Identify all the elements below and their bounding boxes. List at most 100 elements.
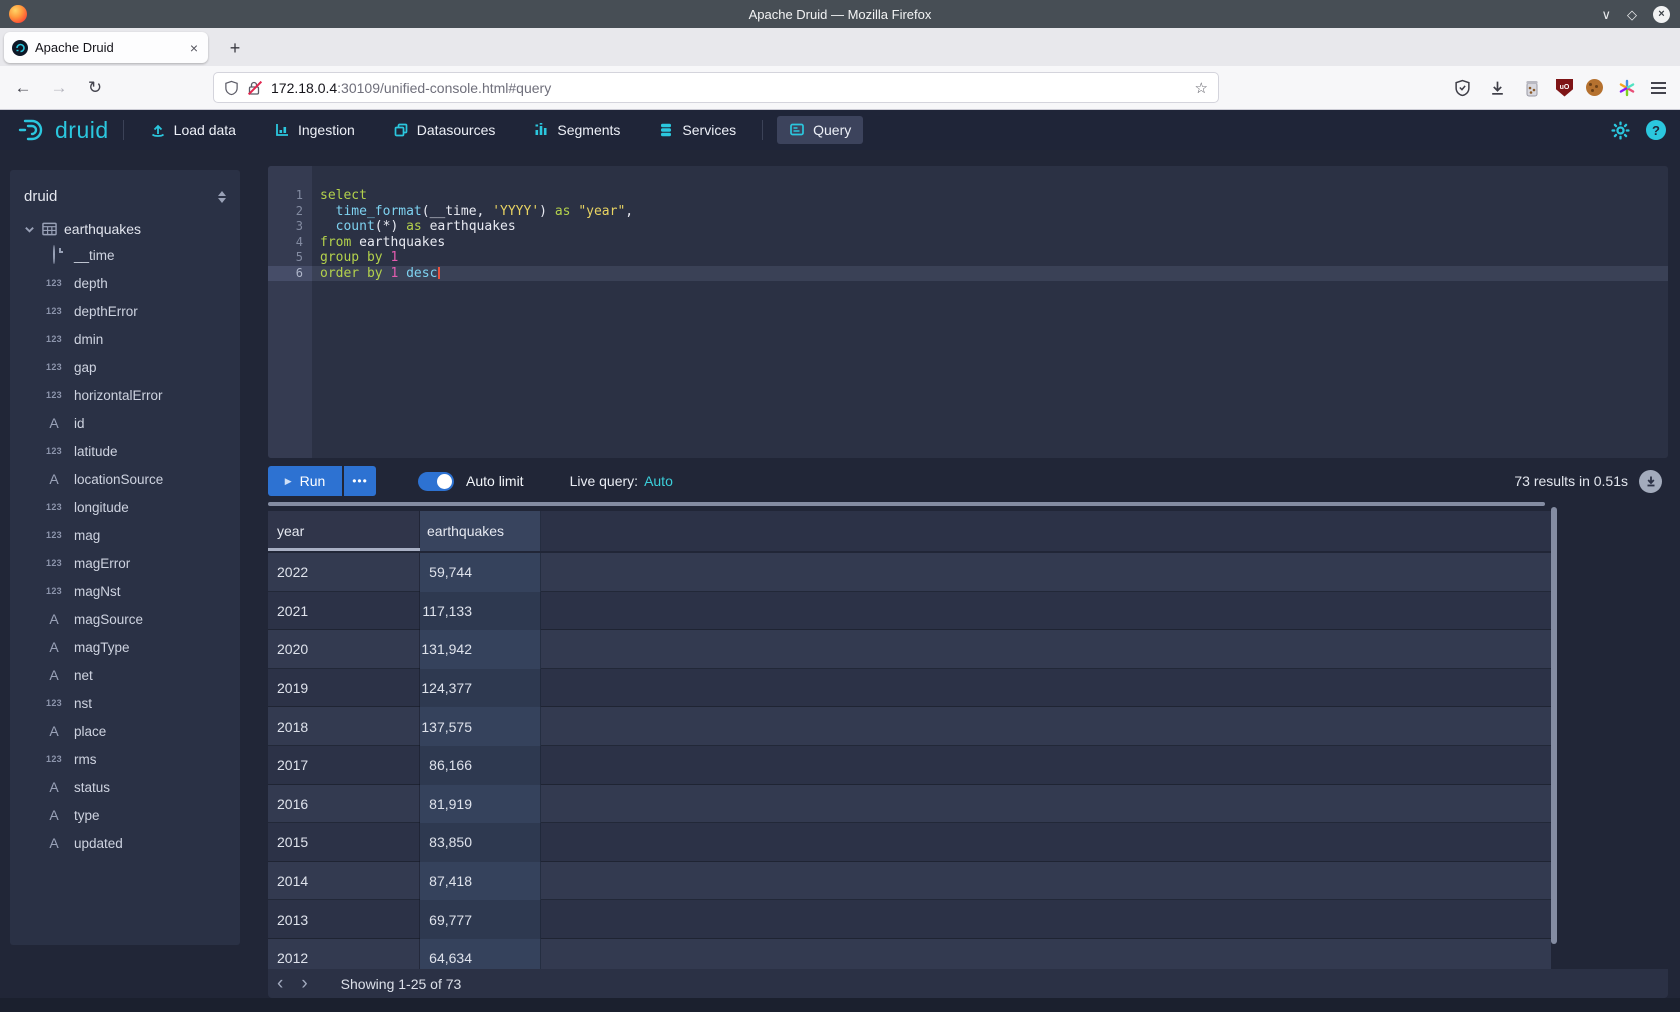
cell-year[interactable]: 2018 [268,707,420,746]
cell-earthquakes[interactable]: 81,919 [420,785,541,824]
sidebar-table-earthquakes[interactable]: earthquakes [24,221,226,237]
downloads-icon[interactable] [1486,77,1508,99]
forward-button[interactable]: → [44,73,74,103]
cell-earthquakes[interactable]: 69,777 [420,900,541,939]
cell-earthquakes[interactable]: 59,744 [420,553,541,592]
cell-year[interactable]: 2021 [268,592,420,631]
next-page-icon[interactable]: › [292,974,316,993]
cell-earthquakes[interactable]: 124,377 [420,669,541,708]
column-header-earthquakes[interactable]: earthquakes [420,511,541,551]
menu-icon[interactable] [1651,82,1666,94]
cell-year[interactable]: 2013 [268,900,420,939]
sidebar-column-id[interactable]: Aid [24,409,226,437]
ublock-icon[interactable]: uO [1556,79,1573,97]
cell-earthquakes[interactable]: 83,850 [420,823,541,862]
tab-close-icon[interactable]: × [188,40,200,56]
sidebar-column-dmin[interactable]: 123dmin [24,325,226,353]
sidebar-column-magType[interactable]: AmagType [24,633,226,661]
vertical-scrollbar[interactable] [1551,507,1557,944]
nav-segments[interactable]: Segments [521,116,632,144]
new-tab-button[interactable]: + [222,35,248,61]
prev-page-icon[interactable]: ‹ [268,974,292,993]
cell-year[interactable]: 2022 [268,553,420,592]
sidebar-column-mag[interactable]: 123mag [24,521,226,549]
tab-title: Apache Druid [35,40,188,55]
sidebar-column-depth[interactable]: 123depth [24,269,226,297]
window-maximize-icon[interactable]: ◇ [1627,8,1637,21]
protections-shield-icon[interactable] [1451,77,1473,99]
reload-button[interactable]: ↻ [80,73,110,103]
nav-load-data[interactable]: Load data [138,116,248,144]
sidebar-column-status[interactable]: Astatus [24,773,226,801]
code-line-2[interactable]: time_format(__time, 'YYYY') as "year", [312,204,1668,220]
cell-earthquakes[interactable]: 137,575 [420,707,541,746]
code-line-4[interactable]: from earthquakes [312,235,1668,251]
cell-earthquakes[interactable]: 131,942 [420,630,541,669]
sidebar-column-longitude[interactable]: 123longitude [24,493,226,521]
sidebar-column-__time[interactable]: __time [24,241,226,269]
nav-services[interactable]: Services [646,116,748,144]
cell-earthquakes[interactable]: 86,166 [420,746,541,785]
cell-earthquakes[interactable]: 87,418 [420,862,541,901]
nav-ingestion[interactable]: Ingestion [262,116,367,144]
colorful-asterisk-extension-icon[interactable] [1616,77,1638,99]
sidebar-column-magError[interactable]: 123magError [24,549,226,577]
sidebar-column-magNst[interactable]: 123magNst [24,577,226,605]
cell-year[interactable]: 2015 [268,823,420,862]
settings-gear-icon[interactable] [1611,121,1630,140]
sidebar-column-updated[interactable]: Aupdated [24,829,226,857]
sidebar-column-rms[interactable]: 123rms [24,745,226,773]
help-icon[interactable]: ? [1646,120,1666,140]
sidebar-column-depthError[interactable]: 123depthError [24,297,226,325]
bookmark-star-icon[interactable]: ☆ [1195,79,1208,97]
code-line-1[interactable]: select [312,188,1668,204]
window-minimize-icon[interactable]: ∨ [1601,8,1611,21]
url-bar[interactable]: 172.18.0.4:30109/unified-console.html#qu… [213,72,1219,103]
sidebar-column-latitude[interactable]: 123latitude [24,437,226,465]
sort-icon[interactable] [218,191,226,203]
cell-year[interactable]: 2020 [268,630,420,669]
cell-earthquakes[interactable]: 64,634 [420,939,541,969]
sidebar-column-magSource[interactable]: AmagSource [24,605,226,633]
url-text[interactable]: 172.18.0.4:30109/unified-console.html#qu… [271,80,1195,96]
insecure-lock-icon[interactable] [247,80,263,96]
column-header-year[interactable]: year [268,511,420,551]
nav-query[interactable]: Query [777,116,863,144]
auto-limit-toggle[interactable] [418,472,454,491]
browser-tab[interactable]: Apache Druid × [4,32,208,63]
live-query-value[interactable]: Auto [644,473,673,489]
sidebar-column-gap[interactable]: 123gap [24,353,226,381]
query-editor[interactable]: 123456 select time_format(__time, 'YYYY'… [268,166,1668,458]
cell-filler [541,900,1551,939]
chevron-down-icon[interactable] [24,224,35,235]
download-results-icon[interactable] [1639,470,1662,493]
cell-year[interactable]: 2019 [268,669,420,708]
horizontal-scrollbar[interactable] [268,502,1545,506]
extension-jar-icon[interactable] [1521,77,1543,99]
cell-year[interactable]: 2016 [268,785,420,824]
cell-earthquakes[interactable]: 117,133 [420,592,541,631]
back-button[interactable]: ← [8,73,38,103]
editor-code[interactable]: select time_format(__time, 'YYYY') as "y… [312,166,1668,458]
run-button[interactable]: ▶ Run [268,466,342,496]
druid-logo[interactable]: druid [18,117,109,144]
tracking-shield-icon[interactable] [224,80,239,96]
window-close-icon[interactable]: × [1653,6,1670,23]
code-line-6[interactable]: order by 1 desc [312,266,1668,282]
sidebar-column-locationSource[interactable]: AlocationSource [24,465,226,493]
cell-year[interactable]: 2012 [268,939,420,969]
cookie-extension-icon[interactable] [1586,79,1603,96]
sidebar-column-place[interactable]: Aplace [24,717,226,745]
run-more-button[interactable]: ••• [344,466,376,496]
cell-year[interactable]: 2017 [268,746,420,785]
nav-datasources[interactable]: Datasources [381,116,508,144]
sidebar-column-type[interactable]: Atype [24,801,226,829]
schema-sidebar: druid earthquakes __time123depth123depth… [10,170,240,945]
nav-label: Ingestion [298,122,355,138]
sidebar-column-horizontalError[interactable]: 123horizontalError [24,381,226,409]
code-line-3[interactable]: count(*) as earthquakes [312,219,1668,235]
cell-year[interactable]: 2014 [268,862,420,901]
sidebar-column-net[interactable]: Anet [24,661,226,689]
sidebar-column-nst[interactable]: 123nst [24,689,226,717]
code-line-5[interactable]: group by 1 [312,250,1668,266]
